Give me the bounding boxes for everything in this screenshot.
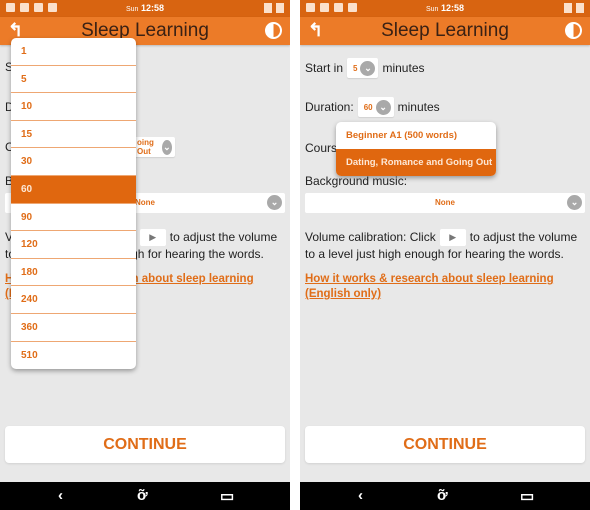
dropdown-option-selected[interactable]: 60	[11, 175, 136, 204]
app-bar: ↰ Sleep Learning	[300, 17, 590, 45]
dropdown-option[interactable]: 90	[11, 204, 136, 232]
start-select[interactable]: 5 ⌄	[347, 58, 379, 78]
chevron-down-icon: ⌄	[375, 99, 391, 115]
dropdown-option[interactable]: 360	[11, 314, 136, 342]
clock: Sun 12:58	[425, 3, 464, 13]
system-nav-bar: ‹ ỡ ▭	[300, 482, 590, 510]
nav-recent-icon[interactable]: ▭	[220, 487, 234, 505]
how-it-works-link[interactable]: How it works & research about sleep lear…	[305, 272, 585, 302]
dropdown-option[interactable]: Beginner A1 (500 words)	[336, 122, 496, 149]
duration-dropdown-list: 1 5 10 15 30 60 90 120 180 240 360 510	[11, 38, 136, 370]
nav-back-icon[interactable]: ‹	[58, 487, 63, 504]
nav-back-icon[interactable]: ‹	[358, 487, 363, 504]
dropdown-option[interactable]: 1	[11, 38, 136, 66]
battery-icon	[276, 3, 284, 13]
dropdown-option[interactable]: 510	[11, 342, 136, 370]
clock: Sun 12:58	[125, 3, 164, 13]
dropdown-option[interactable]: 180	[11, 259, 136, 287]
play-button[interactable]: ▶	[139, 229, 166, 247]
chevron-down-icon: ⌄	[161, 139, 172, 155]
system-nav-bar: ‹ ỡ ▭	[0, 482, 290, 510]
dropdown-option[interactable]: 30	[11, 148, 136, 176]
background-music-select[interactable]: None ⌄	[305, 193, 585, 213]
continue-button[interactable]: CONTINUE	[5, 426, 285, 463]
screen-duration-dropdown: Sun 12:58 ↰ Sleep Learning Start in Dura…	[0, 0, 290, 510]
background-music-label: Background music:	[305, 174, 408, 188]
status-bar: Sun 12:58	[0, 0, 290, 17]
dropdown-option[interactable]: 120	[11, 231, 136, 259]
system-icons	[264, 3, 284, 13]
start-row: Start in 5 ⌄ minutes	[305, 58, 425, 78]
volume-calibration-text: Volume calibration: Click▶to adjust the …	[305, 229, 578, 262]
dropdown-option-selected[interactable]: Dating, Romance and Going Out	[336, 149, 496, 176]
battery-icon	[576, 3, 584, 13]
continue-button[interactable]: CONTINUE	[305, 426, 585, 463]
chevron-down-icon: ⌄	[267, 195, 282, 210]
contrast-icon[interactable]	[265, 22, 282, 39]
chevron-down-icon: ⌄	[567, 195, 582, 210]
signal-icon	[264, 3, 272, 13]
contrast-icon[interactable]	[565, 22, 582, 39]
nav-recent-icon[interactable]: ▭	[520, 487, 534, 505]
course-select[interactable]: oing Out ⌄	[131, 137, 175, 157]
course-dropdown-list: Beginner A1 (500 words) Dating, Romance …	[336, 122, 496, 176]
signal-icon	[564, 3, 572, 13]
duration-row: Duration: 60 ⌄ minutes	[305, 97, 440, 117]
system-icons	[564, 3, 584, 13]
nav-home-icon[interactable]: ỡ	[137, 487, 148, 504]
duration-select[interactable]: 60 ⌄	[357, 97, 394, 117]
chevron-down-icon: ⌄	[360, 60, 376, 76]
dropdown-option[interactable]: 5	[11, 66, 136, 94]
play-button[interactable]: ▶	[439, 229, 466, 247]
page-title: Sleep Learning	[381, 20, 509, 41]
status-bar: Sun 12:58	[300, 0, 590, 17]
screen-course-dropdown: Sun 12:58 ↰ Sleep Learning Start in 5 ⌄ m…	[300, 0, 590, 510]
nav-home-icon[interactable]: ỡ	[437, 487, 448, 504]
dropdown-option[interactable]: 15	[11, 121, 136, 149]
dropdown-option[interactable]: 240	[11, 286, 136, 314]
dropdown-option[interactable]: 10	[11, 93, 136, 121]
